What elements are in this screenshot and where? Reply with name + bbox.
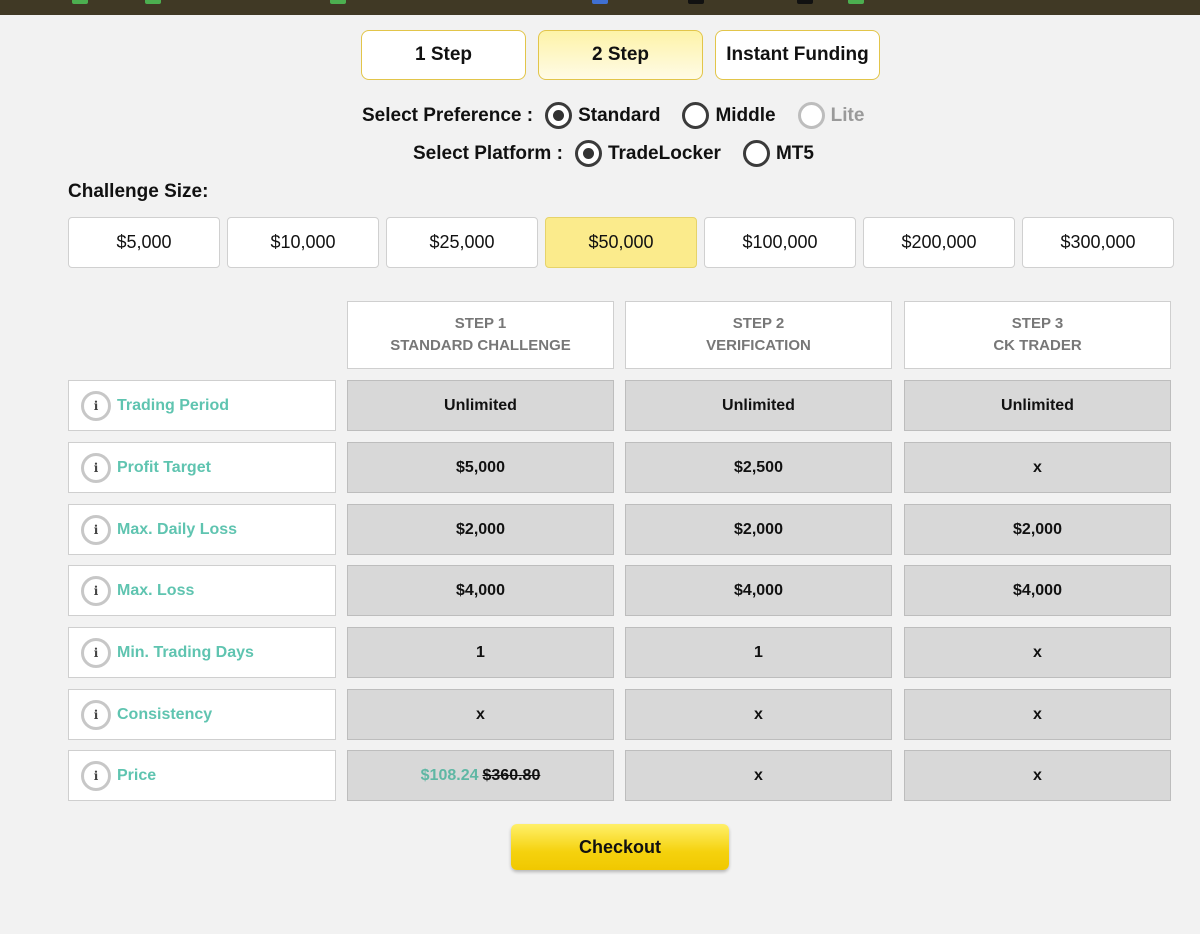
top-bar-icon	[330, 0, 346, 4]
price-cell: $108.24 $360.80	[347, 750, 614, 801]
table-cell: Unlimited	[625, 380, 892, 431]
table-cell: 1	[347, 627, 614, 678]
info-icon[interactable]: i	[81, 390, 111, 421]
platform-selector: Select Platform : TradeLocker MT5	[413, 140, 836, 167]
tab-instant-funding[interactable]: Instant Funding	[715, 30, 880, 80]
challenge-size-title: Challenge Size:	[68, 181, 209, 202]
row-label-text: Price	[117, 766, 157, 784]
top-bar-icon	[592, 0, 608, 4]
preference-option-middle[interactable]: Middle	[682, 102, 776, 129]
info-icon[interactable]: i	[81, 514, 111, 545]
size-button-5000[interactable]: $5,000	[68, 217, 220, 268]
option-label: MT5	[775, 142, 814, 164]
size-button-100000[interactable]: $100,000	[704, 217, 856, 268]
step-title: VERIFICATION	[706, 337, 811, 354]
checkout-button[interactable]: Checkout	[511, 824, 729, 870]
tab-1-step[interactable]: 1 Step	[361, 30, 526, 80]
table-cell: $4,000	[347, 565, 614, 616]
table-cell: $2,000	[904, 504, 1171, 555]
top-bar-icon	[848, 0, 864, 4]
size-button-25000[interactable]: $25,000	[386, 217, 538, 268]
table-cell: Unlimited	[904, 380, 1171, 431]
table-cell: $2,000	[347, 504, 614, 555]
platform-option-tradelocker[interactable]: TradeLocker	[574, 140, 721, 167]
preference-option-lite: Lite	[797, 102, 865, 129]
size-button-200000[interactable]: $200,000	[863, 217, 1015, 268]
platform-option-mt5[interactable]: MT5	[742, 140, 814, 167]
table-cell: x	[625, 689, 892, 740]
table-cell: $5,000	[347, 442, 614, 493]
table-cell: $4,000	[625, 565, 892, 616]
option-label: Middle	[715, 104, 776, 126]
info-icon[interactable]: i	[81, 452, 111, 483]
option-label: Lite	[830, 104, 865, 126]
table-cell: x	[347, 689, 614, 740]
step-title: STANDARD CHALLENGE	[390, 337, 571, 354]
row-label-text: Min. Trading Days	[117, 643, 254, 661]
option-label: TradeLocker	[607, 142, 721, 164]
row-label-price[interactable]: i Price	[68, 750, 336, 801]
size-button-50000[interactable]: $50,000	[545, 217, 697, 268]
challenge-size-options: $5,000 $10,000 $25,000 $50,000 $100,000 …	[68, 217, 1174, 268]
radio-empty-icon	[742, 140, 770, 167]
row-label-max-loss[interactable]: i Max. Loss	[68, 565, 336, 616]
table-cell: x	[904, 442, 1171, 493]
table-cell: x	[904, 689, 1171, 740]
info-icon[interactable]: i	[81, 760, 111, 791]
row-label-consistency[interactable]: i Consistency	[68, 689, 336, 740]
top-bar-icon	[688, 0, 704, 4]
table-cell: Unlimited	[347, 380, 614, 431]
tab-2-step[interactable]: 2 Step	[538, 30, 703, 80]
row-label-min-trading-days[interactable]: i Min. Trading Days	[68, 627, 336, 678]
row-label-max-daily-loss[interactable]: i Max. Daily Loss	[68, 504, 336, 555]
size-button-300000[interactable]: $300,000	[1022, 217, 1174, 268]
row-label-profit-target[interactable]: i Profit Target	[68, 442, 336, 493]
info-icon[interactable]: i	[81, 699, 111, 730]
top-bar-icon	[72, 0, 88, 4]
row-label-trading-period[interactable]: i Trading Period	[68, 380, 336, 431]
top-bar-icon	[145, 0, 161, 4]
step-title: CK TRADER	[993, 337, 1082, 354]
top-bar-icon	[797, 0, 813, 4]
radio-selected-icon	[545, 102, 573, 129]
row-label-text: Max. Loss	[117, 581, 195, 599]
step-number: STEP 2	[732, 315, 785, 332]
table-cell: x	[625, 750, 892, 801]
option-label: Standard	[578, 104, 661, 126]
radio-disabled-icon	[797, 102, 825, 129]
table-cell: 1	[625, 627, 892, 678]
platform-label: Select Platform :	[413, 142, 563, 164]
preference-selector: Select Preference : Standard Middle Lite	[362, 102, 886, 129]
discounted-price: $108.24	[420, 766, 479, 784]
table-cell: $2,500	[625, 442, 892, 493]
row-label-text: Trading Period	[117, 396, 230, 414]
row-label-text: Consistency	[117, 705, 213, 723]
info-icon[interactable]: i	[81, 575, 111, 606]
row-label-text: Max. Daily Loss	[117, 520, 238, 538]
step-header-2: STEP 2 VERIFICATION	[625, 301, 892, 369]
step-header-1: STEP 1 STANDARD CHALLENGE	[347, 301, 614, 369]
radio-selected-icon	[574, 140, 602, 167]
step-tabs: 1 Step 2 Step Instant Funding	[361, 30, 880, 80]
preference-option-standard[interactable]: Standard	[545, 102, 660, 129]
step-header-3: STEP 3 CK TRADER	[904, 301, 1171, 369]
table-cell: x	[904, 627, 1171, 678]
original-price: $360.80	[482, 766, 541, 784]
step-number: STEP 1	[454, 315, 507, 332]
table-cell: $4,000	[904, 565, 1171, 616]
size-button-10000[interactable]: $10,000	[227, 217, 379, 268]
preference-label: Select Preference :	[362, 104, 534, 126]
radio-empty-icon	[682, 102, 710, 129]
top-bar	[0, 0, 1200, 15]
step-number: STEP 3	[1011, 315, 1064, 332]
table-cell: x	[904, 750, 1171, 801]
table-cell: $2,000	[625, 504, 892, 555]
info-icon[interactable]: i	[81, 637, 111, 668]
row-label-text: Profit Target	[117, 458, 211, 476]
